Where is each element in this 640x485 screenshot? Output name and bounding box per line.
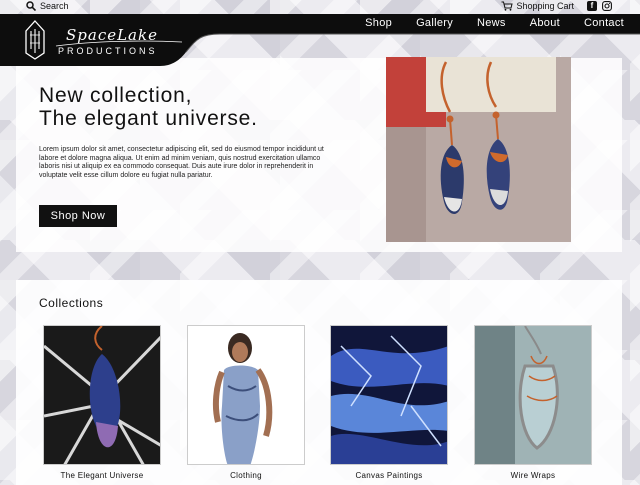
utility-bar: Search Shopping Cart f <box>0 0 640 14</box>
collection-thumb-wire-wraps <box>474 325 592 465</box>
collection-thumb-canvas-paintings <box>330 325 448 465</box>
nav-contact[interactable]: Contact <box>584 17 624 29</box>
nav-shop[interactable]: Shop <box>365 17 392 29</box>
cart-icon <box>501 1 514 11</box>
collections-section: Collections The Elegant Universe Clothin… <box>16 280 622 485</box>
collection-caption: Canvas Paintings <box>355 471 423 480</box>
collection-card[interactable]: The Elegant Universe <box>43 325 161 480</box>
hero-title-line1: New collection, <box>39 84 193 107</box>
search-link[interactable]: Search <box>26 1 69 11</box>
nav-about[interactable]: About <box>530 17 560 29</box>
brand-subtitle: PRODUCTIONS <box>58 46 158 56</box>
instagram-icon[interactable] <box>602 1 612 11</box>
collection-card[interactable]: Wire Wraps <box>474 325 592 480</box>
hero-product-image <box>386 57 571 242</box>
shopping-cart-link[interactable]: Shopping Cart <box>501 1 574 11</box>
brand-logo[interactable]: SpaceLake PRODUCTIONS <box>24 19 194 61</box>
collection-caption: The Elegant Universe <box>60 471 144 480</box>
collections-heading: Collections <box>39 296 104 310</box>
shop-now-button[interactable]: Shop Now <box>39 205 117 227</box>
main-nav: Shop Gallery News About Contact <box>365 17 624 29</box>
search-label: Search <box>40 1 69 11</box>
collection-thumb-clothing <box>187 325 305 465</box>
hero-title: New collection, The elegant universe. <box>39 84 258 130</box>
collection-card[interactable]: Canvas Paintings <box>330 325 448 480</box>
collection-thumb-elegant-universe <box>43 325 161 465</box>
collection-caption: Clothing <box>230 471 262 480</box>
collection-caption: Wire Wraps <box>510 471 556 480</box>
facebook-icon[interactable]: f <box>587 1 597 11</box>
search-icon <box>26 1 36 11</box>
shopping-cart-label: Shopping Cart <box>516 1 574 11</box>
nav-gallery[interactable]: Gallery <box>416 17 453 29</box>
earrings-image <box>386 57 571 242</box>
hero-title-line2: The elegant universe. <box>39 107 258 130</box>
logo-mark-icon <box>25 20 45 60</box>
hero-body: Lorem ipsum dolor sit amet, consectetur … <box>39 146 324 179</box>
nav-news[interactable]: News <box>477 17 506 29</box>
collection-card[interactable]: Clothing <box>187 325 305 480</box>
